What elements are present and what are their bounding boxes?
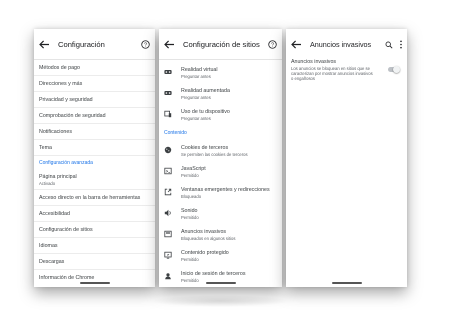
list-item[interactable]: Acceso directo en la barra de herramient… <box>34 190 155 206</box>
list-item[interactable]: Comprobación de seguridad <box>34 108 155 124</box>
list-item[interactable]: Tema <box>34 140 155 156</box>
vr-headset-icon <box>164 70 172 74</box>
site-item-third-party-signin[interactable]: Inicio de sesión de terceros Permitido <box>159 269 282 287</box>
list-item[interactable]: Privacidad y seguridad <box>34 92 155 108</box>
app-bar: Configuración ? <box>34 29 155 60</box>
help-icon[interactable]: ? <box>141 39 150 49</box>
more-vert-icon[interactable] <box>399 40 403 49</box>
site-item-protected-content[interactable]: Contenido protegido Permitido <box>159 248 282 268</box>
device-usage-icon <box>164 110 172 118</box>
intrusive-ads-screen: Anuncios invasivos Anuncios invasivos Lo… <box>286 29 407 287</box>
search-icon[interactable] <box>385 41 393 49</box>
app-bar: Configuración de sitios ? <box>159 29 282 60</box>
list-item[interactable]: Direcciones y más <box>34 76 155 92</box>
settings-list: Métodos de pago Direcciones y más Privac… <box>34 60 155 287</box>
page-title: Configuración <box>58 39 105 49</box>
site-item-javascript[interactable]: JavaScript Permitido <box>159 164 282 184</box>
sound-icon <box>164 209 171 217</box>
list-item[interactable]: Accesibilidad <box>34 206 155 222</box>
page-title: Configuración de sitios <box>183 39 260 49</box>
home-indicator[interactable] <box>331 282 362 284</box>
site-settings-screen: Preguntar antes Realidad virtual Pregunt… <box>159 29 282 287</box>
site-item-ar[interactable]: Realidad aumentada Preguntar antes <box>159 86 282 106</box>
list-item-homepage[interactable]: Página principal Activado <box>34 170 155 190</box>
site-item-device-use[interactable]: Uso de tu dispositivo Preguntar antes <box>159 107 282 127</box>
settings-screen: Configuración ? Métodos de pago Direccio… <box>34 29 155 287</box>
protected-content-icon <box>164 251 172 259</box>
back-arrow-icon[interactable] <box>39 39 50 49</box>
section-header: Configuración avanzada <box>39 160 93 166</box>
site-settings-list: Preguntar antes Realidad virtual Pregunt… <box>159 51 282 287</box>
svg-text:?: ? <box>144 42 147 48</box>
help-icon[interactable]: ? <box>268 39 277 49</box>
intrusive-ads-toggle[interactable] <box>388 65 400 73</box>
popup-icon <box>164 188 172 196</box>
toggle-knob <box>393 65 400 73</box>
home-indicator[interactable] <box>205 282 236 284</box>
page-title: Anuncios invasivos <box>310 40 372 49</box>
list-item[interactable]: Descargas <box>34 254 155 270</box>
site-item-popups[interactable]: Ventanas emergentes y redirecciones Bloq… <box>159 185 282 205</box>
ar-headset-icon <box>164 91 172 95</box>
setting-title: Anuncios invasivos <box>291 59 337 65</box>
list-item[interactable]: Métodos de pago <box>34 60 155 76</box>
ads-icon <box>164 230 172 238</box>
list-item[interactable]: Notificaciones <box>34 124 155 140</box>
site-item-ads[interactable]: Anuncios invasivos Bloqueados en algunos… <box>159 227 282 247</box>
svg-text:?: ? <box>271 42 274 48</box>
drop-shadow <box>150 295 290 307</box>
site-item-cookies[interactable]: Cookies de terceros Se permiten las cook… <box>159 143 282 163</box>
signin-icon <box>165 273 171 280</box>
back-arrow-icon[interactable] <box>291 40 302 49</box>
list-item-site-settings[interactable]: Configuración de sitios <box>34 222 155 238</box>
list-item[interactable]: Idiomas <box>34 238 155 254</box>
site-item-vr[interactable]: Realidad virtual Preguntar antes <box>159 65 282 85</box>
home-indicator[interactable] <box>79 282 110 284</box>
back-arrow-icon[interactable] <box>164 39 175 49</box>
app-bar: Anuncios invasivos <box>286 29 407 60</box>
site-item-sound[interactable]: Sonido Permitido <box>159 206 282 226</box>
setting-description: Los anuncios se bloquean en sitios que s… <box>291 66 373 82</box>
section-header: Contenido <box>164 130 187 136</box>
javascript-icon <box>164 167 172 175</box>
cookie-icon <box>164 146 172 154</box>
